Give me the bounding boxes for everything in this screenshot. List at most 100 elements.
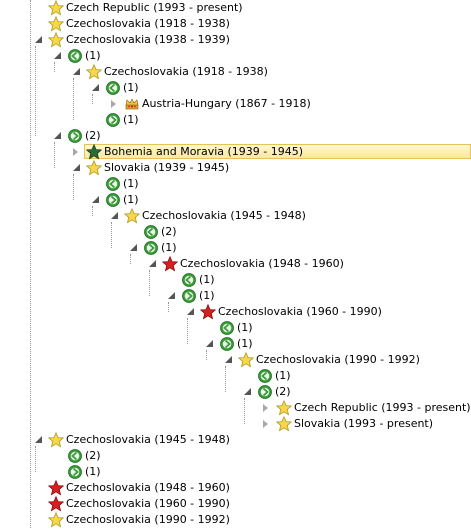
tree-node-label: (1) [123,113,139,126]
arrow-right-icon [67,464,83,480]
tree-node[interactable]: Czechoslovakia (1990 - 1992) [0,511,471,528]
tree-node[interactable]: (1) [0,80,471,96]
tree-node-label: (2) [85,449,101,462]
tree-node[interactable]: Czechoslovakia (1945 - 1948) [0,431,471,448]
collapse-toggle[interactable] [111,212,118,219]
tree-node[interactable]: Czechoslovakia (1948 - 1960) [0,255,471,272]
red-star-icon [161,255,179,272]
tree-node-label: Czechoslovakia (1960 - 1990) [218,305,382,318]
collapse-toggle[interactable] [92,196,99,203]
tree-node-label: (1) [275,369,291,382]
yellow-star-icon [275,399,293,416]
arrow-right-icon [143,240,159,256]
arrow-left-icon [181,272,197,288]
tree-node[interactable]: Slovakia (1993 - present) [0,415,471,432]
yellow-star-icon [85,63,103,80]
tree-node[interactable]: Czechoslovakia (1960 - 1990) [0,495,471,512]
tree-node[interactable]: Czechoslovakia (1960 - 1990) [0,303,471,320]
tree-view[interactable]: Czech Republic (1993 - present) Czechoslo… [0,0,471,528]
tree-node-label: Czechoslovakia (1960 - 1990) [66,497,230,510]
tree-node[interactable]: Czechoslovakia (1948 - 1960) [0,479,471,496]
tree-node[interactable]: (1) [0,464,471,480]
yellow-star-icon [85,159,103,176]
arrow-right-icon [181,288,197,304]
arrow-right-icon [257,384,273,400]
yellow-star-icon [47,511,65,528]
tree-node-label: Czechoslovakia (1945 - 1948) [66,433,230,446]
tree-node[interactable]: Slovakia (1939 - 1945) [0,159,471,176]
tree-node[interactable]: (1) [0,336,471,352]
tree-node[interactable]: (1) [0,320,471,336]
tree-node-label: Slovakia (1939 - 1945) [104,161,230,174]
tree-node-label: (1) [123,81,139,94]
tree-node-label: (1) [199,289,215,302]
tree-node[interactable]: (1) [0,176,471,192]
tree-node[interactable]: (2) [0,384,471,400]
collapse-toggle[interactable] [35,36,42,43]
tree-node-label: Czech Republic (1993 - present) [66,1,243,14]
tree-node-label: Austria-Hungary (1867 - 1918) [142,97,311,110]
collapse-toggle[interactable] [187,308,194,315]
arrow-right-icon [105,192,121,208]
collapse-toggle[interactable] [54,52,61,59]
collapse-toggle[interactable] [206,340,213,347]
tree-node-label: Czech Republic (1993 - present) [294,401,471,414]
expand-toggle[interactable] [263,404,268,412]
red-star-icon [47,495,65,512]
tree-node[interactable]: (1) [0,112,471,128]
collapse-toggle[interactable] [244,388,251,395]
tree-node[interactable]: Czech Republic (1993 - present) [0,0,471,16]
tree-node[interactable]: (1) [0,368,471,384]
tree-node-label: Czechoslovakia (1948 - 1960) [180,257,344,270]
tree-node[interactable]: Czech Republic (1993 - present) [0,399,471,416]
expand-toggle[interactable] [111,100,116,108]
arrow-left-icon [257,368,273,384]
arrow-left-icon [105,176,121,192]
arrow-left-icon [143,224,159,240]
tree-node-label: Czechoslovakia (1918 - 1938) [104,65,268,78]
collapse-toggle[interactable] [73,68,80,75]
yellow-star-icon [47,431,65,448]
yellow-star-icon [123,207,141,224]
collapse-toggle[interactable] [225,356,232,363]
arrow-right-icon [219,336,235,352]
tree-node-label: Czechoslovakia (1990 - 1992) [66,513,230,526]
tree-node[interactable]: Czechoslovakia (1945 - 1948) [0,207,471,224]
tree-node[interactable]: Czechoslovakia (1918 - 1938) [0,63,471,80]
tree-node[interactable]: Czechoslovakia (1918 - 1938) [0,15,471,32]
tree-node[interactable]: (2) [0,448,471,464]
tree-node[interactable]: (1) [0,272,471,288]
tree-node[interactable]: (1) [0,288,471,304]
tree-node[interactable]: (1) [0,48,471,64]
collapse-toggle[interactable] [149,260,156,267]
tree-node-label: Czechoslovakia (1938 - 1939) [66,33,230,46]
expand-toggle[interactable] [73,148,78,156]
tree-node[interactable]: Czechoslovakia (1990 - 1992) [0,351,471,368]
tree-node[interactable]: (1) [0,240,471,256]
tree-node[interactable]: Austria-Hungary (1867 - 1918) [0,96,471,112]
collapse-toggle[interactable] [35,436,42,443]
tree-node-label: (2) [85,129,101,142]
collapse-toggle[interactable] [168,292,175,299]
collapse-toggle[interactable] [54,132,61,139]
arrow-left-icon [105,80,121,96]
tree-node-label: (2) [275,385,291,398]
tree-node[interactable]: Czechoslovakia (1938 - 1939) [0,31,471,48]
collapse-toggle[interactable] [73,164,80,171]
tree-node[interactable]: Bohemia and Moravia (1939 - 1945) [0,143,471,160]
red-star-icon [199,303,217,320]
yellow-star-icon [275,415,293,432]
tree-node-label: Czechoslovakia (1948 - 1960) [66,481,230,494]
tree-node-label: (1) [85,465,101,478]
tree-node[interactable]: (1) [0,192,471,208]
dark-green-star-icon [85,143,103,160]
arrow-left-icon [67,48,83,64]
collapse-toggle[interactable] [130,244,137,251]
expand-toggle[interactable] [263,420,268,428]
tree-node-label: (1) [161,241,177,254]
collapse-toggle[interactable] [92,84,99,91]
tree-node[interactable]: (2) [0,128,471,144]
red-star-icon [47,479,65,496]
tree-node-label: Slovakia (1993 - present) [294,417,434,430]
tree-node[interactable]: (2) [0,224,471,240]
